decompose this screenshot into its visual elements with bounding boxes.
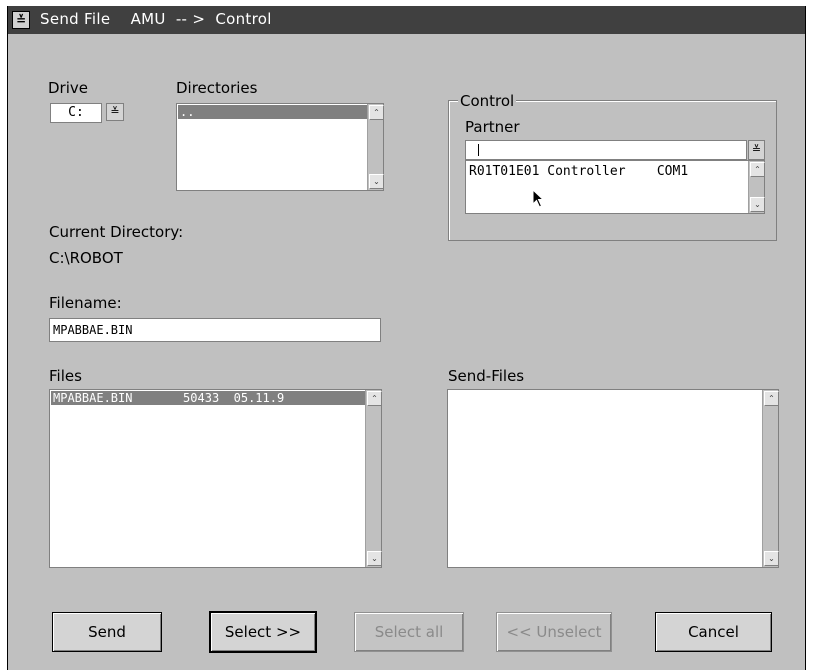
text-cursor — [478, 144, 479, 156]
scroll-up-icon[interactable]: ⌃ — [367, 391, 382, 406]
partner-scrollbar[interactable]: ⌃ ⌄ — [748, 161, 765, 213]
partner-dropdown-icon[interactable]: ≚ — [748, 140, 765, 160]
drive-select[interactable]: C: ≚ — [50, 103, 128, 123]
title-bar[interactable]: ≚ Send File AMU -- > Control — [8, 6, 805, 34]
send-button[interactable]: Send — [52, 612, 162, 652]
partner-input[interactable] — [465, 140, 747, 160]
mouse-pointer-icon — [532, 189, 545, 208]
select-all-button[interactable]: Select all — [354, 612, 464, 652]
drive-label: Drive — [48, 79, 88, 97]
window-title: Send File AMU -- > Control — [40, 10, 272, 28]
system-menu-icon[interactable]: ≚ — [12, 11, 30, 29]
current-directory-value: C:\ROBOT — [49, 249, 123, 267]
send-files-label: Send-Files — [448, 367, 525, 385]
scroll-down-icon[interactable]: ⌄ — [750, 197, 765, 212]
send-files-scrollbar[interactable]: ⌃ ⌄ — [762, 390, 779, 567]
drive-dropdown-icon[interactable]: ≚ — [106, 103, 124, 121]
drive-value: C: — [50, 103, 102, 123]
select-button[interactable]: Select >> — [209, 611, 317, 653]
cancel-button[interactable]: Cancel — [655, 612, 772, 652]
file-item[interactable]: MPABBAE.BIN 50433 05.11.9 — [51, 391, 365, 405]
send-files-list[interactable]: ⌃ ⌄ — [447, 389, 779, 568]
scroll-up-icon[interactable]: ⌃ — [750, 162, 765, 177]
directories-list[interactable]: .. ⌃ ⌄ — [176, 103, 384, 191]
send-file-window: ≚ Send File AMU -- > Control Drive C: ≚ … — [7, 6, 806, 670]
directory-item[interactable]: .. — [178, 105, 367, 119]
current-directory-label: Current Directory: — [49, 223, 184, 241]
files-list[interactable]: MPABBAE.BIN 50433 05.11.9 ⌃ ⌄ — [49, 389, 382, 568]
files-label: Files — [49, 367, 82, 385]
directories-label: Directories — [176, 79, 258, 97]
scroll-up-icon[interactable]: ⌃ — [369, 105, 384, 120]
partner-combobox[interactable]: ≚ R01T01E01 Controller COM1 ⌃ ⌄ — [465, 140, 765, 214]
scroll-down-icon[interactable]: ⌄ — [764, 551, 779, 566]
partner-label: Partner — [465, 118, 520, 136]
partner-item[interactable]: R01T01E01 Controller COM1 — [469, 164, 688, 179]
scroll-up-icon[interactable]: ⌃ — [764, 391, 779, 406]
unselect-button[interactable]: << Unselect — [496, 612, 612, 652]
scroll-down-icon[interactable]: ⌄ — [369, 174, 384, 189]
directories-scrollbar[interactable]: ⌃ ⌄ — [367, 104, 384, 190]
partner-list[interactable]: R01T01E01 Controller COM1 ⌃ ⌄ — [465, 160, 765, 214]
files-scrollbar[interactable]: ⌃ ⌄ — [365, 390, 382, 567]
control-group-label: Control — [458, 92, 517, 110]
scroll-down-icon[interactable]: ⌄ — [367, 551, 382, 566]
filename-input[interactable]: MPABBAE.BIN — [49, 318, 381, 342]
filename-label: Filename: — [49, 294, 122, 312]
